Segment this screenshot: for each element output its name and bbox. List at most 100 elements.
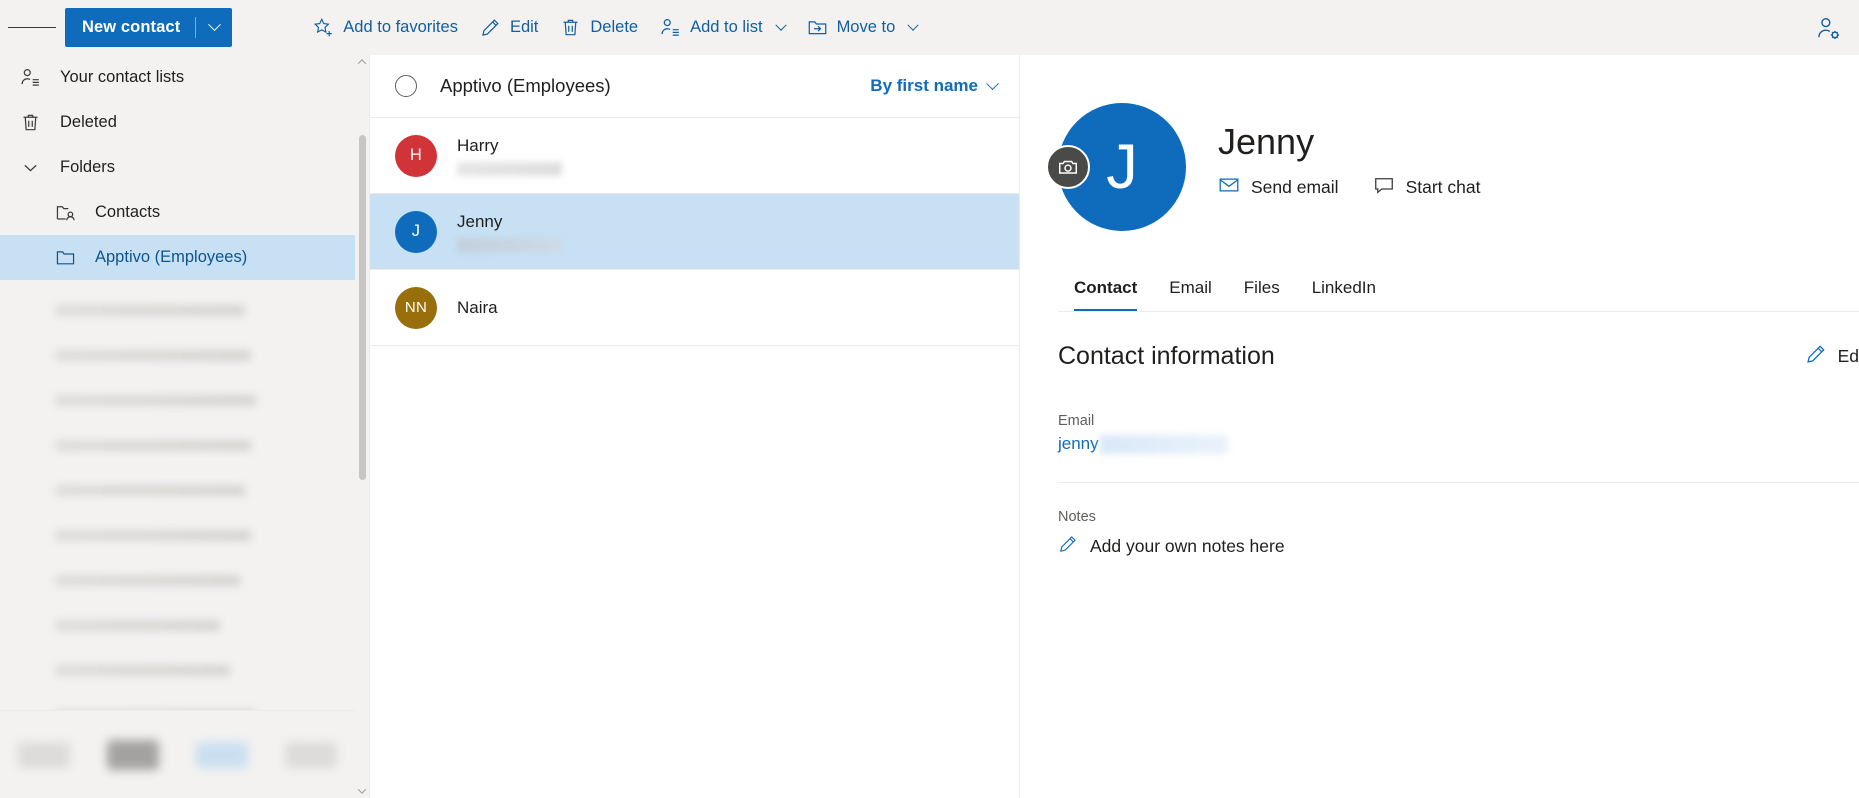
- circle-checkbox-icon[interactable]: [395, 75, 417, 97]
- nav-scroll-area: Your contact lists Deleted: [0, 55, 355, 798]
- redacted-row[interactable]: [0, 423, 355, 468]
- list-item[interactable]: J Jenny: [370, 194, 1019, 270]
- redacted-row[interactable]: [0, 648, 355, 693]
- sidebar-item-label: Apptivo (Employees): [89, 248, 247, 267]
- sidebar-item-apptivo-employees[interactable]: Apptivo (Employees): [0, 235, 355, 280]
- hamburger-icon[interactable]: [8, 4, 56, 52]
- contact-list-pane: Apptivo (Employees) By first name H Harr…: [370, 55, 1020, 798]
- email-field: Email jenny: [1058, 413, 1859, 454]
- avatar-initials: J: [412, 222, 421, 241]
- app-icon[interactable]: [285, 742, 337, 768]
- pencil-icon: [1058, 534, 1078, 559]
- sort-dropdown[interactable]: By first name: [870, 76, 997, 96]
- detail-actions: Send email Start chat: [1218, 174, 1480, 201]
- sidebar-item-label: Folders: [54, 158, 115, 177]
- contact-name: Jenny: [457, 212, 562, 232]
- edit-contact-information-button[interactable]: Ed: [1805, 343, 1859, 370]
- tab-files[interactable]: Files: [1228, 268, 1296, 311]
- tab-linkedin[interactable]: LinkedIn: [1296, 268, 1392, 311]
- redacted-folder-list: [0, 280, 355, 783]
- sidebar-item-folders[interactable]: Folders: [0, 145, 355, 190]
- folder-person-icon: [55, 202, 89, 223]
- list-item-text: Harry: [457, 136, 562, 176]
- tab-email[interactable]: Email: [1153, 268, 1228, 311]
- chevron-down-icon[interactable]: [196, 8, 232, 47]
- left-navigation: Your contact lists Deleted: [0, 55, 370, 798]
- command-group: Add to favorites Edit: [302, 6, 928, 50]
- folder-icon: [55, 247, 89, 268]
- avatar: J: [395, 211, 437, 253]
- field-label: Notes: [1058, 509, 1859, 525]
- field-label: Email: [1058, 413, 1859, 429]
- divider: [1058, 482, 1859, 483]
- sidebar-scrollbar[interactable]: [355, 55, 369, 798]
- sidebar-item-your-contact-lists[interactable]: Your contact lists: [0, 55, 355, 100]
- edit-button[interactable]: Edit: [469, 6, 549, 50]
- scroll-down-icon[interactable]: [355, 784, 369, 798]
- contact-name: Naira: [457, 298, 498, 318]
- sidebar-item-label: Your contact lists: [54, 68, 184, 87]
- section-header: Contact information Ed: [1058, 342, 1859, 371]
- app-icon[interactable]: [18, 742, 70, 768]
- tab-contact[interactable]: Contact: [1058, 268, 1153, 311]
- tab-label: Contact: [1074, 278, 1137, 297]
- new-contact-button[interactable]: New contact: [65, 8, 232, 47]
- avatar-initials: H: [410, 146, 422, 165]
- add-to-list-button[interactable]: Add to list: [649, 6, 795, 50]
- sidebar-item-deleted[interactable]: Deleted: [0, 100, 355, 145]
- chevron-down-icon: [908, 19, 919, 30]
- scroll-up-icon[interactable]: [355, 55, 369, 69]
- redacted-row[interactable]: [0, 513, 355, 558]
- camera-icon[interactable]: [1046, 145, 1090, 189]
- avatar-initial: J: [1106, 131, 1138, 203]
- tab-label: LinkedIn: [1312, 278, 1376, 297]
- redacted-row[interactable]: [0, 333, 355, 378]
- list-item[interactable]: H Harry: [370, 118, 1019, 194]
- bottom-app-switcher: [0, 710, 355, 798]
- redacted-row[interactable]: [0, 288, 355, 333]
- pencil-icon: [480, 17, 501, 38]
- chevron-down-icon: [775, 19, 786, 30]
- app-icon[interactable]: [196, 742, 248, 768]
- avatar: H: [395, 135, 437, 177]
- app-body: Your contact lists Deleted: [0, 55, 1859, 798]
- list-item[interactable]: NN Naira: [370, 270, 1019, 346]
- send-email-button[interactable]: Send email: [1218, 174, 1339, 201]
- contact-list-header: Apptivo (Employees) By first name: [370, 55, 1019, 118]
- tab-label: Email: [1169, 278, 1212, 297]
- notes-field: Notes Add your own notes here: [1058, 509, 1859, 559]
- trash-icon: [560, 17, 581, 38]
- app-icon[interactable]: [107, 740, 159, 770]
- contact-information-section: Contact information Ed Email: [1020, 312, 1859, 559]
- add-notes-button[interactable]: Add your own notes here: [1058, 534, 1859, 559]
- redacted-email: [457, 238, 562, 252]
- contacts-app: New contact Add to favorites: [0, 0, 1859, 798]
- move-to-button[interactable]: Move to: [796, 6, 929, 50]
- contact-detail-pane: J Jenny: [1020, 55, 1859, 798]
- start-chat-button[interactable]: Start chat: [1373, 174, 1481, 201]
- notes-placeholder-label: Add your own notes here: [1090, 536, 1285, 557]
- sidebar-item-contacts[interactable]: Contacts: [0, 190, 355, 235]
- redacted-row[interactable]: [0, 378, 355, 423]
- chat-bubble-icon: [1373, 174, 1395, 201]
- star-add-icon: [313, 17, 334, 38]
- list-title: Apptivo (Employees): [440, 75, 611, 97]
- command-label: Add to favorites: [343, 18, 458, 37]
- redacted-row[interactable]: [0, 603, 355, 648]
- email-value[interactable]: jenny: [1058, 434, 1859, 454]
- command-label: Add to list: [690, 18, 762, 37]
- detail-header: J Jenny: [1020, 55, 1859, 231]
- redacted-row[interactable]: [0, 558, 355, 603]
- add-to-favorites-button[interactable]: Add to favorites: [302, 6, 469, 50]
- chevron-down-icon: [986, 77, 999, 90]
- delete-button[interactable]: Delete: [549, 6, 649, 50]
- pencil-icon: [1805, 343, 1827, 370]
- action-label: Send email: [1251, 177, 1339, 198]
- scrollbar-thumb[interactable]: [359, 135, 366, 480]
- person-settings-icon[interactable]: [1807, 7, 1849, 49]
- redacted-row[interactable]: [0, 468, 355, 513]
- email-text: jenny: [1058, 434, 1099, 454]
- redacted-email-remainder: [1100, 435, 1228, 454]
- page-title: Jenny: [1218, 121, 1480, 162]
- chevron-down-icon: [20, 157, 54, 178]
